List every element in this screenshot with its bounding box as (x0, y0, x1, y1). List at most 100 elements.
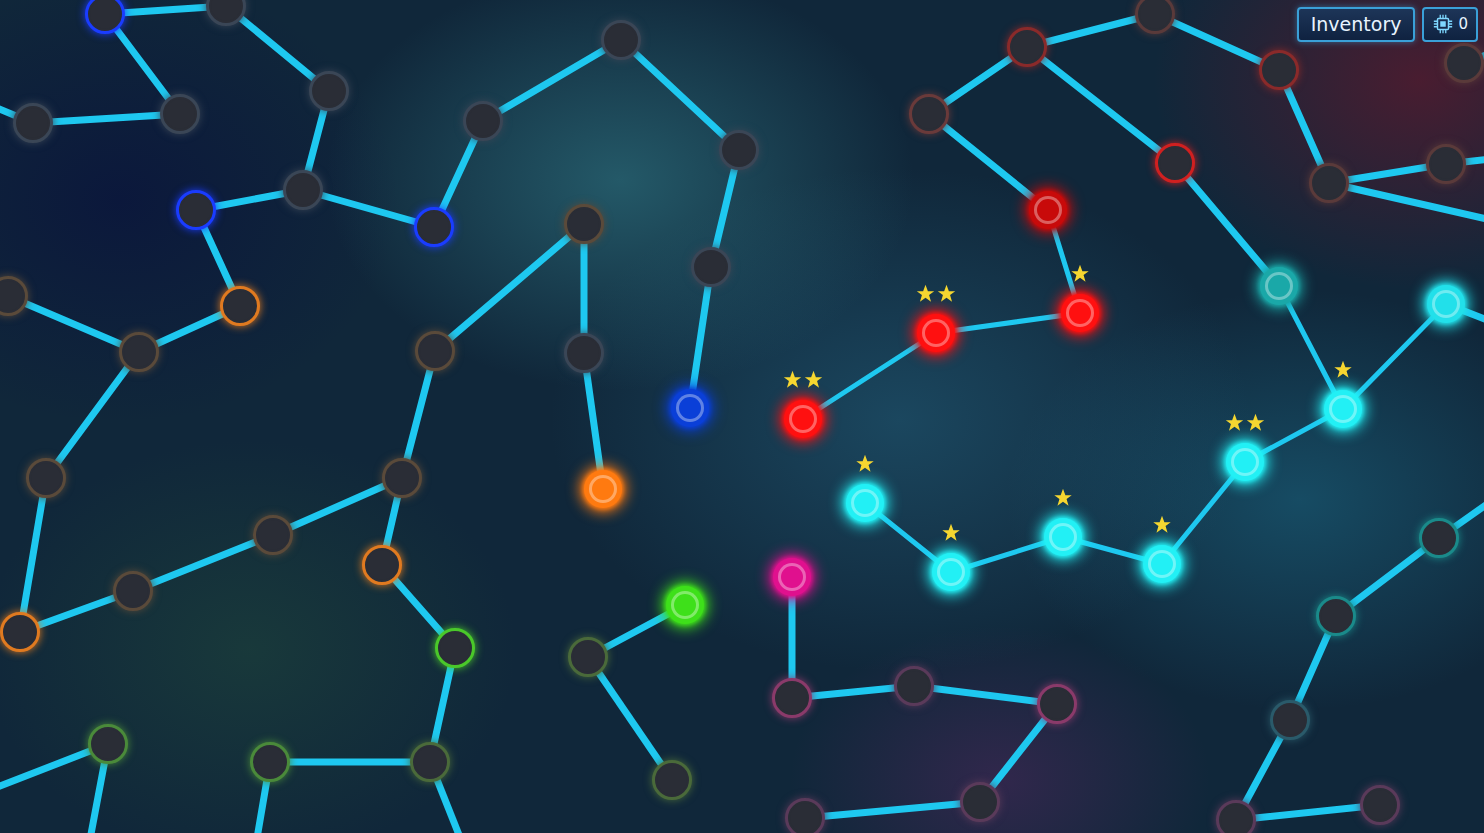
level-node[interactable] (564, 204, 604, 244)
node-core (569, 338, 599, 368)
node-core (1432, 290, 1460, 318)
level-node[interactable] (88, 724, 128, 764)
node-core (31, 463, 61, 493)
level-node[interactable] (176, 190, 216, 230)
star-icon (1054, 488, 1073, 507)
star-map: Inventory 0 (0, 0, 1484, 833)
level-node[interactable] (772, 678, 812, 718)
level-node[interactable] (220, 286, 260, 326)
node-core (1160, 148, 1190, 178)
level-node[interactable] (1216, 800, 1256, 833)
star-icon (942, 523, 961, 542)
map-link (584, 353, 603, 489)
level-node[interactable] (463, 101, 503, 141)
level-node[interactable] (1260, 267, 1298, 305)
node-core (789, 405, 817, 433)
level-node[interactable] (410, 742, 450, 782)
map-link (621, 40, 739, 150)
level-node[interactable] (250, 742, 290, 782)
node-core (124, 337, 154, 367)
node-stars (1054, 488, 1073, 507)
level-node[interactable] (894, 666, 934, 706)
map-link (914, 686, 1057, 704)
star-icon (804, 370, 823, 389)
node-stars (1334, 360, 1353, 379)
level-node[interactable] (1426, 144, 1466, 184)
level-node[interactable] (26, 458, 66, 498)
level-node[interactable] (564, 333, 604, 373)
node-core (255, 747, 285, 777)
level-node[interactable] (1037, 684, 1077, 724)
star-icon (856, 454, 875, 473)
level-node[interactable] (932, 553, 970, 591)
level-node[interactable] (1270, 700, 1310, 740)
level-node[interactable] (960, 782, 1000, 822)
chip-counter: 0 (1422, 7, 1478, 42)
level-node[interactable] (1360, 785, 1400, 825)
node-core (899, 671, 929, 701)
level-node[interactable] (917, 314, 955, 352)
map-link (8, 296, 139, 352)
level-node[interactable] (206, 0, 246, 26)
level-node[interactable] (671, 389, 709, 427)
node-core (937, 558, 965, 586)
level-node[interactable] (691, 247, 731, 287)
map-link (588, 657, 672, 780)
level-node[interactable] (773, 558, 811, 596)
level-node[interactable] (1259, 50, 1299, 90)
level-node[interactable] (909, 94, 949, 134)
level-node[interactable] (0, 612, 40, 652)
level-node[interactable] (1143, 545, 1181, 583)
node-core (440, 633, 470, 663)
level-node[interactable] (253, 515, 293, 555)
level-node[interactable] (160, 94, 200, 134)
node-core (724, 135, 754, 165)
level-node[interactable] (362, 545, 402, 585)
level-node[interactable] (1309, 163, 1349, 203)
node-core (367, 550, 397, 580)
node-core (1148, 550, 1176, 578)
level-node[interactable] (568, 637, 608, 677)
level-node[interactable] (785, 798, 825, 833)
level-node[interactable] (435, 628, 475, 668)
level-node[interactable] (1444, 43, 1484, 83)
node-core (1275, 705, 1305, 735)
level-node[interactable] (13, 103, 53, 143)
level-node[interactable] (309, 71, 349, 111)
level-node[interactable] (1324, 390, 1362, 428)
level-node[interactable] (846, 484, 884, 522)
level-node[interactable] (784, 400, 822, 438)
level-node[interactable] (666, 586, 704, 624)
level-node[interactable] (119, 332, 159, 372)
level-node[interactable] (1419, 518, 1459, 558)
level-node[interactable] (719, 130, 759, 170)
level-node[interactable] (601, 20, 641, 60)
level-node[interactable] (584, 470, 622, 508)
level-node[interactable] (414, 207, 454, 247)
level-node[interactable] (1061, 294, 1099, 332)
star-icon (1225, 413, 1244, 432)
map-link (1343, 304, 1446, 409)
node-core (696, 252, 726, 282)
node-core (1264, 55, 1294, 85)
level-node[interactable] (113, 571, 153, 611)
level-node[interactable] (1316, 596, 1356, 636)
star-icon (1071, 264, 1090, 283)
level-node[interactable] (1044, 518, 1082, 556)
inventory-button[interactable]: Inventory (1297, 7, 1416, 42)
node-core (211, 0, 241, 21)
level-node[interactable] (1427, 285, 1465, 323)
level-node[interactable] (0, 276, 28, 316)
level-node[interactable] (652, 760, 692, 800)
level-node[interactable] (415, 331, 455, 371)
level-node[interactable] (283, 170, 323, 210)
map-link (483, 40, 621, 121)
map-links (0, 0, 1484, 833)
level-node[interactable] (1226, 443, 1264, 481)
node-core (1314, 168, 1344, 198)
level-node[interactable] (1029, 191, 1067, 229)
level-node[interactable] (382, 458, 422, 498)
level-node[interactable] (1135, 0, 1175, 34)
level-node[interactable] (1155, 143, 1195, 183)
level-node[interactable] (1007, 27, 1047, 67)
